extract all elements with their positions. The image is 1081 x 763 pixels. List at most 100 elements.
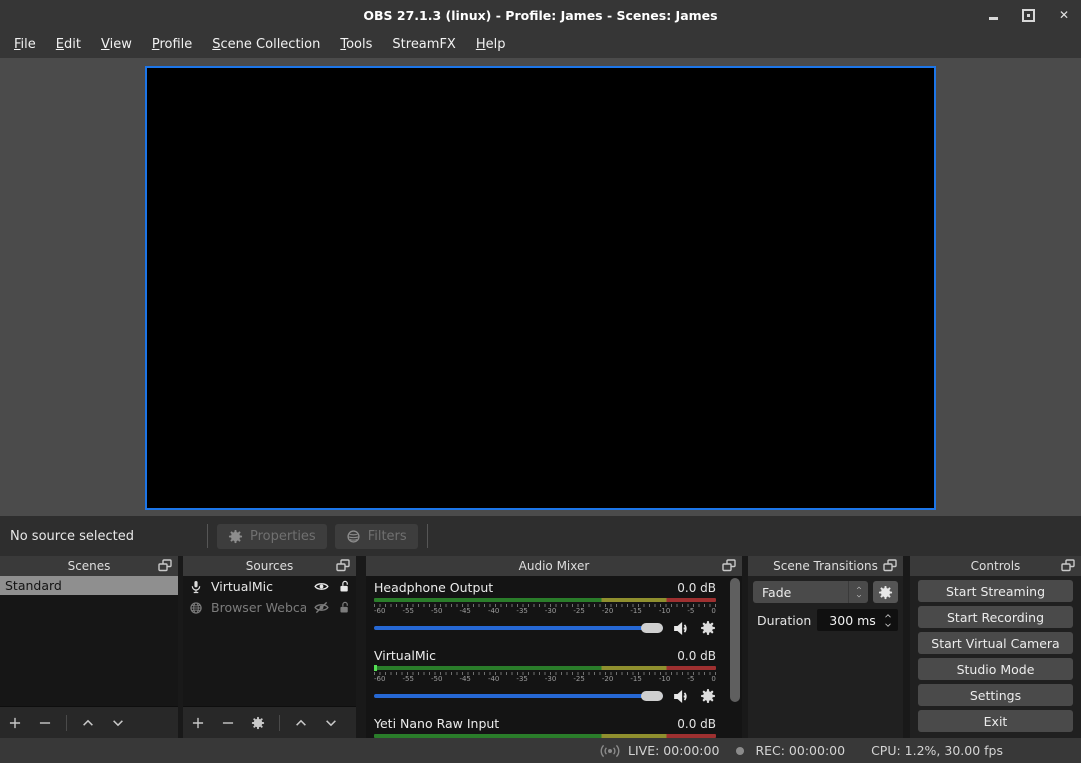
scenes-list: Standard <box>0 576 178 706</box>
remove-scene-icon[interactable] <box>38 716 52 730</box>
settings-button[interactable]: Settings <box>918 684 1073 706</box>
minimize-icon[interactable] <box>989 17 998 20</box>
source-properties-gear-icon[interactable] <box>251 716 265 730</box>
channel-name: Yeti Nano Raw Input <box>374 716 499 731</box>
controls-header: Controls <box>910 556 1081 576</box>
filter-icon <box>346 529 361 544</box>
duration-spinbox[interactable]: 300 ms <box>817 609 898 631</box>
filters-button[interactable]: Filters <box>335 524 418 549</box>
meter-scale-labels: -60-55-50-45-40-35-30-25-20-15-10-50 <box>374 607 716 615</box>
scene-transitions-body: Fade Duration 300 ms <box>748 576 903 738</box>
channel-name: Headphone Output <box>374 580 493 595</box>
menu-streamfx[interactable]: StreamFX <box>382 37 465 52</box>
scene-transitions-title: Scene Transitions <box>773 559 878 573</box>
scene-list-item[interactable]: Standard <box>0 576 178 595</box>
meter-tick-label: 0 <box>711 607 715 615</box>
status-bar: LIVE: 00:00:00 REC: 00:00:00 CPU: 1.2%, … <box>0 738 1081 763</box>
source-selection-status: No source selected <box>10 529 202 544</box>
popout-icon[interactable] <box>335 558 351 573</box>
chevron-down-icon <box>855 593 863 599</box>
menu-profile[interactable]: Profile <box>142 37 202 52</box>
controls-title: Controls <box>971 559 1021 573</box>
add-scene-icon[interactable] <box>8 716 22 730</box>
lock-open-icon[interactable] <box>338 601 351 614</box>
add-source-icon[interactable] <box>191 716 205 730</box>
meter-tick-label: -45 <box>459 675 470 683</box>
channel-gear-icon[interactable] <box>700 620 716 636</box>
properties-button[interactable]: Properties <box>217 524 327 549</box>
popout-icon[interactable] <box>1060 558 1076 573</box>
maximize-icon[interactable] <box>1022 9 1035 22</box>
start-streaming-button[interactable]: Start Streaming <box>918 580 1073 602</box>
transition-properties-button[interactable] <box>873 581 898 603</box>
volume-slider[interactable] <box>374 619 663 637</box>
volume-slider-handle[interactable] <box>641 623 663 633</box>
scenes-panel-header: Scenes <box>0 556 178 576</box>
menu-edit[interactable]: Edit <box>46 37 91 52</box>
exit-button[interactable]: Exit <box>918 710 1073 732</box>
menu-file[interactable]: File <box>4 37 46 52</box>
visibility-eye-icon[interactable] <box>314 579 329 594</box>
meter-tick-label: -5 <box>687 675 694 683</box>
mixer-channel-virtualmic: VirtualMic 0.0 dB -60-55-50-45-40-35-30-… <box>374 648 716 705</box>
controls-body: Start Streaming Start Recording Start Vi… <box>910 576 1081 738</box>
channel-level-db: 0.0 dB <box>677 581 716 595</box>
microphone-icon <box>189 580 203 594</box>
start-recording-button[interactable]: Start Recording <box>918 606 1073 628</box>
broadcast-icon <box>600 743 620 759</box>
menu-scene-collection[interactable]: Scene Collection <box>202 37 330 52</box>
menu-view[interactable]: View <box>91 37 142 52</box>
speaker-icon[interactable] <box>672 688 691 705</box>
spin-up-icon[interactable] <box>882 612 894 620</box>
menu-tools[interactable]: Tools <box>330 37 382 52</box>
move-scene-down-icon[interactable] <box>111 716 125 730</box>
meter-tick-label: -30 <box>545 607 556 615</box>
visibility-eye-off-icon[interactable] <box>314 600 329 615</box>
sources-list: VirtualMic Browser Webcam <box>183 576 356 706</box>
toolbar-separator <box>279 715 280 731</box>
popout-icon[interactable] <box>157 558 173 573</box>
source-list-item[interactable]: VirtualMic <box>183 576 356 597</box>
meter-tick-label: -60 <box>374 675 385 683</box>
transition-select[interactable]: Fade <box>753 581 868 603</box>
popout-icon[interactable] <box>882 558 898 573</box>
menu-help[interactable]: Help <box>466 37 516 52</box>
move-source-down-icon[interactable] <box>324 716 338 730</box>
volume-slider-handle[interactable] <box>641 691 663 701</box>
filters-button-label: Filters <box>368 529 407 544</box>
mixer-scrollbar[interactable] <box>730 578 740 702</box>
remove-source-icon[interactable] <box>221 716 235 730</box>
source-selection-toolbar: No source selected Properties Filters <box>0 516 1081 556</box>
popout-icon[interactable] <box>721 558 737 573</box>
move-source-up-icon[interactable] <box>294 716 308 730</box>
meter-tick-label: -45 <box>459 607 470 615</box>
meter-tick-label: -20 <box>602 675 613 683</box>
combo-arrows <box>848 581 868 603</box>
meter-tick-label: -60 <box>374 607 385 615</box>
studio-mode-button[interactable]: Studio Mode <box>918 658 1073 680</box>
channel-level-db: 0.0 dB <box>677 717 716 731</box>
volume-meter <box>374 598 716 602</box>
volume-slider[interactable] <box>374 687 663 705</box>
meter-tick-label: 0 <box>711 675 715 683</box>
toolbar-separator <box>207 524 208 548</box>
source-name: VirtualMic <box>211 579 306 594</box>
mixer-channel-yeti-nano: Yeti Nano Raw Input 0.0 dB -60-55-50-45-… <box>374 716 716 738</box>
spin-down-icon[interactable] <box>882 621 894 629</box>
channel-level-db: 0.0 dB <box>677 649 716 663</box>
meter-tick-label: -5 <box>687 607 694 615</box>
channel-gear-icon[interactable] <box>700 688 716 704</box>
live-time: LIVE: 00:00:00 <box>628 743 719 758</box>
volume-slider-track <box>374 694 663 698</box>
scenes-panel-title: Scenes <box>68 559 111 573</box>
meter-tick-label: -40 <box>488 607 499 615</box>
move-scene-up-icon[interactable] <box>81 716 95 730</box>
speaker-icon[interactable] <box>672 620 691 637</box>
start-virtual-camera-button[interactable]: Start Virtual Camera <box>918 632 1073 654</box>
program-preview-canvas[interactable] <box>145 66 936 510</box>
close-icon[interactable]: ✕ <box>1059 9 1069 21</box>
source-list-item[interactable]: Browser Webcam <box>183 597 356 618</box>
scenes-toolbar <box>0 706 178 738</box>
duration-value: 300 ms <box>817 613 880 628</box>
lock-open-icon[interactable] <box>338 580 351 593</box>
